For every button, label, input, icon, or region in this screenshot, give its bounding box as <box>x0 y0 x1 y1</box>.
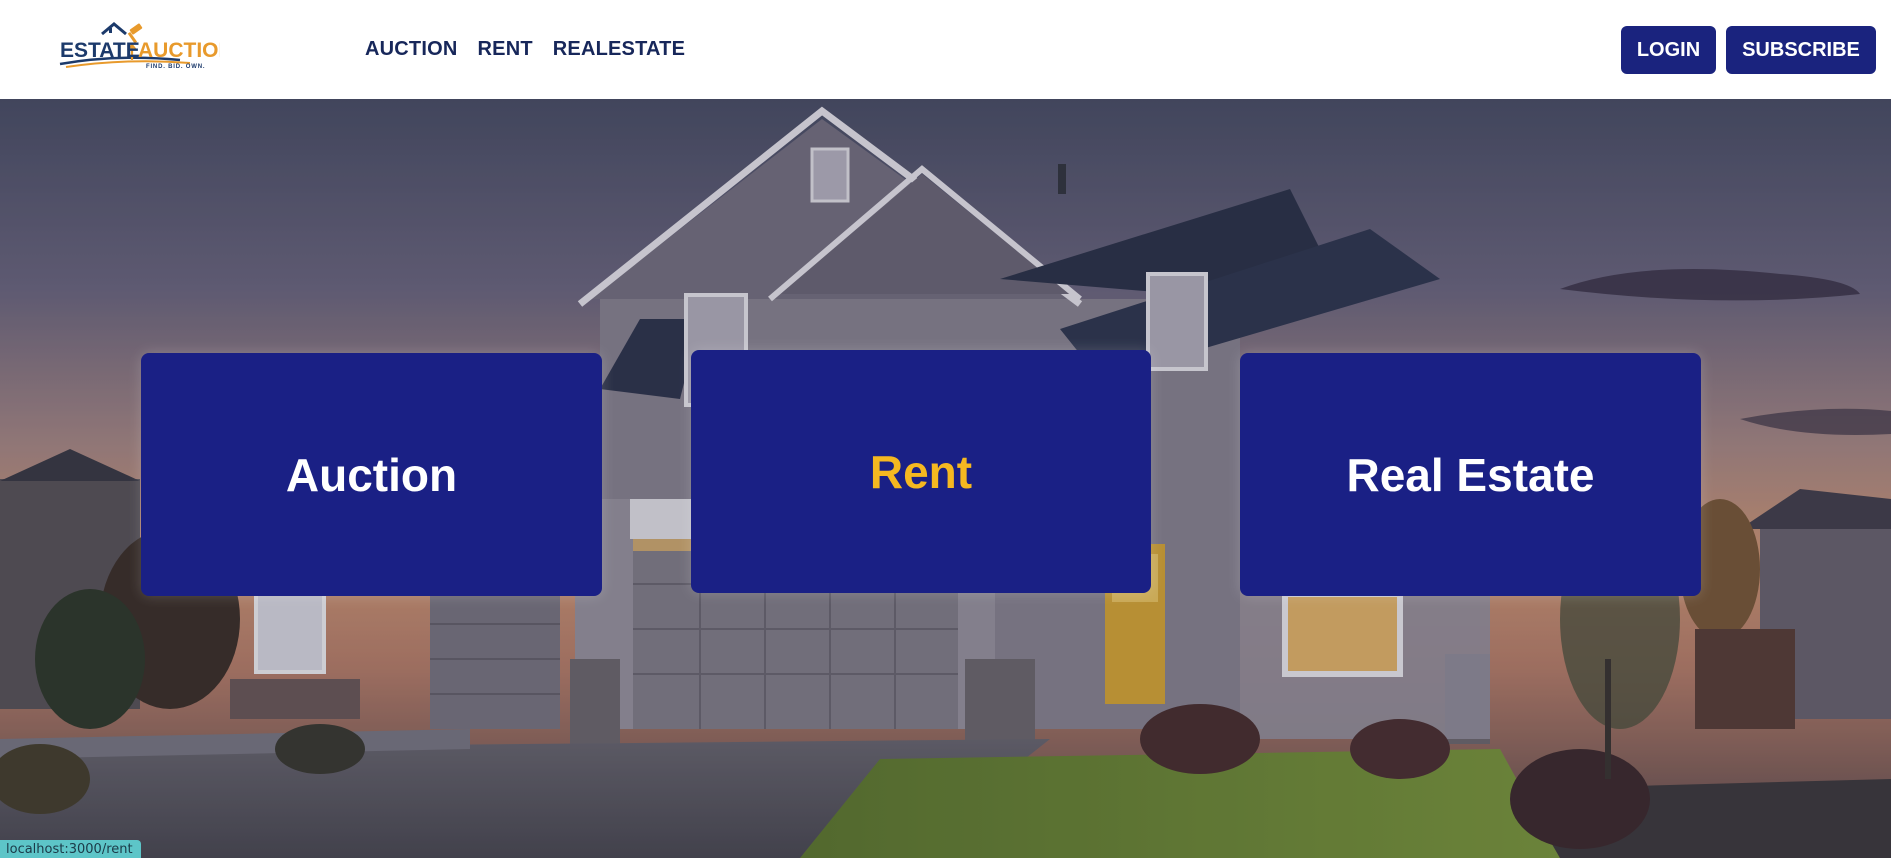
estate-auction-logo[interactable]: ESTATE AUCTION FIND. BID. OWN. <box>58 20 234 72</box>
rent-card[interactable]: Rent <box>691 350 1151 593</box>
auction-card[interactable]: Auction <box>141 353 602 596</box>
logo-tagline: FIND. BID. OWN. <box>146 64 205 70</box>
link-preview-status-bar: localhost:3000/rent <box>0 840 141 858</box>
real-estate-card-label: Real Estate <box>1346 448 1595 501</box>
subscribe-button[interactable]: SUBSCRIBE <box>1726 26 1876 74</box>
nav-link-rent[interactable]: RENT <box>478 38 533 61</box>
logo-word-right: AUCTION <box>138 39 220 62</box>
real-estate-card[interactable]: Real Estate <box>1240 353 1701 596</box>
nav-link-auction[interactable]: AUCTION <box>365 38 458 61</box>
auction-card-label: Auction <box>285 448 458 501</box>
top-navbar: ESTATE AUCTION FIND. BID. OWN. AUCTION R… <box>0 0 1891 99</box>
main-nav: AUCTION RENT REALESTATE <box>365 38 685 61</box>
login-button[interactable]: LOGIN <box>1621 26 1716 74</box>
gavel-house-icon: ESTATE AUCTION FIND. BID. OWN. <box>59 22 234 70</box>
nav-link-realestate[interactable]: REALESTATE <box>553 38 685 61</box>
hero-section: Auction Rent Real Estate <box>0 99 1891 858</box>
logo-word-left: ESTATE <box>60 39 140 62</box>
rent-card-label: Rent <box>869 445 973 498</box>
